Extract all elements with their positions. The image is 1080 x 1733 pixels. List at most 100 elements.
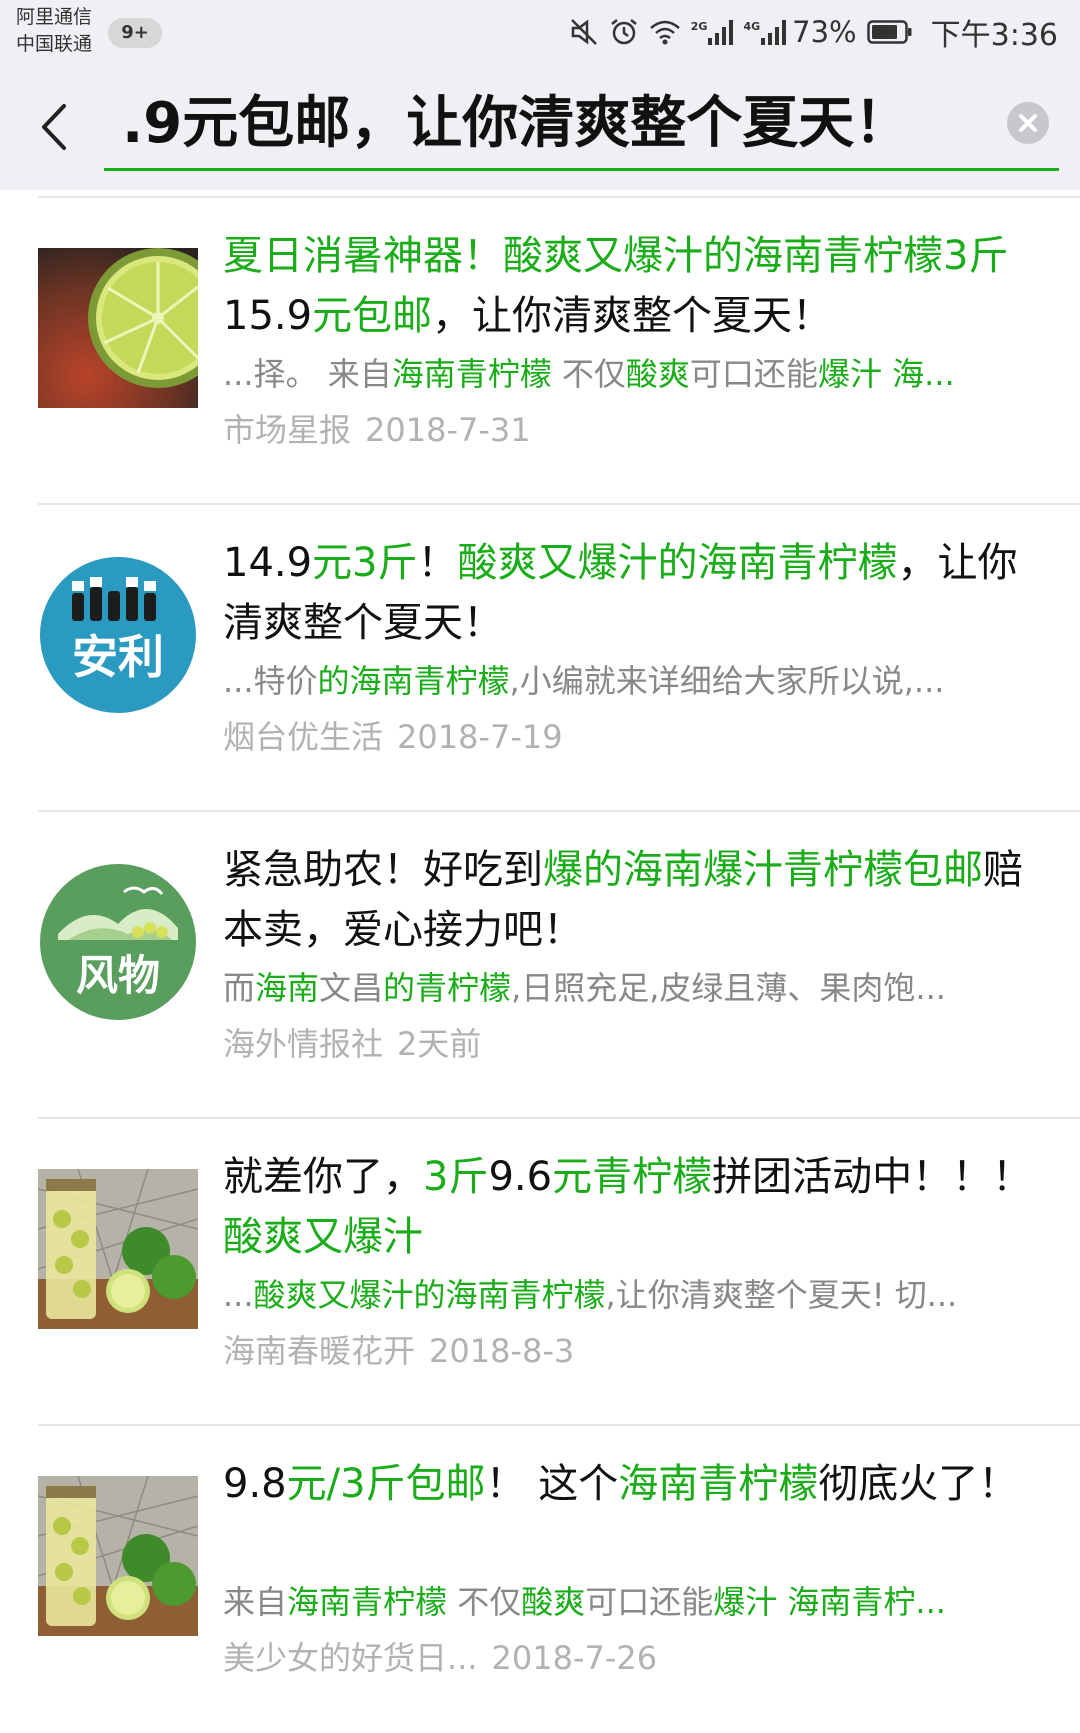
signal-2g-icon: 2G xyxy=(691,18,734,46)
result-source[interactable]: 市场星报 xyxy=(223,411,351,449)
status-bar: 阿里通信 中国联通 9+ 2G 4G 73% 下午3:36 xyxy=(0,0,1080,62)
snippet-part: 酸爽 xyxy=(625,355,690,393)
snippet-part: 海南 xyxy=(255,969,320,1007)
title-part: 9.6 xyxy=(488,1154,553,1200)
snippet-part: 的青柠檬 xyxy=(383,969,512,1007)
clear-search-button[interactable] xyxy=(1007,102,1049,144)
wifi-icon xyxy=(649,18,681,46)
title-part: 3斤 xyxy=(423,1154,489,1200)
snippet-part: 来自 xyxy=(223,1583,288,1621)
avatar-text: 安利 xyxy=(72,630,164,684)
result-title[interactable]: 9.8元/3斤包邮！ 这个海南青柠檬彻底火了！ xyxy=(223,1454,1038,1574)
alarm-icon xyxy=(609,17,639,47)
result-date: 2018-8-3 xyxy=(429,1332,575,1370)
signal-4g-icon: 4G xyxy=(743,18,787,46)
result-source[interactable]: 烟台优生活 xyxy=(223,718,383,756)
title-part: ，让你清爽整个夏天！ xyxy=(432,293,833,339)
carrier-1: 阿里通信 xyxy=(16,6,93,28)
notification-badge: 9+ xyxy=(108,18,162,48)
chevron-left-icon xyxy=(42,104,66,150)
result-date: 2018-7-19 xyxy=(397,718,563,756)
title-part: 元/3斤包邮 xyxy=(286,1461,486,1507)
back-button[interactable] xyxy=(34,100,74,154)
fengwu-avatar-thumbnail: 风物 xyxy=(38,862,198,1022)
result-item[interactable]: 风物 紧急助农！好吃到爆的海南爆汁青柠檬包邮赔本卖，爱心接力吧！ 而海南文昌的青… xyxy=(0,812,1080,1119)
lime-jar-thumbnail xyxy=(38,1476,198,1636)
result-meta: 美少女的好货日... 2018-7-26 xyxy=(223,1628,1038,1688)
search-header: .9元包邮，让你清爽整个夏天！ xyxy=(0,62,1080,190)
carrier-2: 中国联通 xyxy=(16,33,93,55)
snippet-part: ,让你清爽整个夏天! 切... xyxy=(605,1276,958,1314)
snippet-part: 爆汁 海南青柠... xyxy=(713,1583,946,1621)
snippet-part: 而 xyxy=(223,969,256,1007)
result-date: 2018-7-31 xyxy=(365,411,531,449)
title-part: 15.9 xyxy=(223,293,313,339)
lime-jar-thumbnail xyxy=(38,1169,198,1329)
snippet-part: ,小编就来详细给大家所以说,... xyxy=(509,662,945,700)
search-field[interactable]: .9元包邮，让你清爽整个夏天！ xyxy=(104,80,1059,171)
result-content: 9.8元/3斤包邮！ 这个海南青柠檬彻底火了！ 来自海南青柠檬 不仅酸爽可口还能… xyxy=(223,1454,1038,1688)
result-meta: 烟台优生活 2018-7-19 xyxy=(223,707,1038,767)
title-part: 夏日消暑神器！ xyxy=(223,233,503,279)
title-part: ！ xyxy=(417,540,458,586)
mute-icon xyxy=(569,17,599,47)
snippet-part: 酸爽 xyxy=(521,1583,586,1621)
title-part: 9.8 xyxy=(223,1461,287,1507)
snippet-part: ,日照充足,皮绿且薄、果肉饱... xyxy=(511,969,946,1007)
anli-avatar-thumbnail: 安利 xyxy=(38,555,198,715)
result-title[interactable]: 夏日消暑神器！酸爽又爆汁的海南青柠檬3斤 15.9元包邮，让你清爽整个夏天！ xyxy=(223,226,1038,346)
snippet-part: 海南青柠檬 xyxy=(287,1583,448,1621)
search-query-text[interactable]: .9元包邮，让你清爽整个夏天！ xyxy=(122,88,910,160)
result-meta: 海南春暖花开 2018-8-3 xyxy=(223,1321,1038,1381)
title-part: 紧急助农！好吃到 xyxy=(223,847,543,893)
snippet-part: 文昌 xyxy=(319,969,384,1007)
result-item[interactable]: 9.8元/3斤包邮！ 这个海南青柠檬彻底火了！ 来自海南青柠檬 不仅酸爽可口还能… xyxy=(0,1426,1080,1733)
result-meta: 市场星报 2018-7-31 xyxy=(223,400,1038,460)
snippet-part: 不仅 xyxy=(447,1583,522,1621)
avatar-text: 风物 xyxy=(76,951,160,1000)
title-part: 彻底火了！ xyxy=(818,1461,1019,1507)
battery-percent: 73% xyxy=(792,15,857,49)
result-title[interactable]: 紧急助农！好吃到爆的海南爆汁青柠檬包邮赔本卖，爱心接力吧！ xyxy=(223,840,1038,960)
result-date: 2018-7-26 xyxy=(491,1639,658,1677)
title-part: 酸爽又爆汁的海南青柠檬 xyxy=(457,540,898,586)
title-part: 拼团活动中！！！ xyxy=(712,1154,1033,1200)
snippet-part: 可口还能 xyxy=(585,1583,714,1621)
title-part: 海南青柠檬 xyxy=(618,1461,819,1507)
result-content: 14.9元3斤！酸爽又爆汁的海南青柠檬，让你清爽整个夏天！ ...特价的海南青柠… xyxy=(223,533,1038,767)
result-source[interactable]: 海外情报社 xyxy=(223,1025,383,1063)
snippet-part: 可口还能 xyxy=(689,355,818,393)
title-part: 就差你了， xyxy=(223,1154,423,1200)
clock: 下午3:36 xyxy=(930,18,1058,53)
result-item[interactable]: 夏日消暑神器！酸爽又爆汁的海南青柠檬3斤 15.9元包邮，让你清爽整个夏天！ ..… xyxy=(0,198,1080,505)
result-content: 紧急助农！好吃到爆的海南爆汁青柠檬包邮赔本卖，爱心接力吧！ 而海南文昌的青柠檬,… xyxy=(223,840,1038,1074)
snippet-part: ... xyxy=(223,1276,254,1314)
result-title[interactable]: 就差你了，3斤9.6元青柠檬拼团活动中！！！ 酸爽又爆汁 xyxy=(223,1147,1038,1267)
result-date: 2天前 xyxy=(397,1025,482,1063)
snippet-part: 海... xyxy=(881,355,955,393)
snippet-part: 酸爽又爆汁的海南青柠檬 xyxy=(253,1276,606,1314)
title-part: 元3斤 xyxy=(312,540,418,586)
status-icons: 2G 4G 73% 下午3:36 xyxy=(559,12,1058,53)
lime-slice-thumbnail xyxy=(38,248,198,408)
battery-icon xyxy=(866,19,913,45)
snippet-part: 爆汁 xyxy=(817,355,882,393)
result-snippet: ...特价的海南青柠檬,小编就来详细给大家所以说,... xyxy=(223,655,1038,707)
title-part: 酸爽又爆汁 xyxy=(223,1214,423,1260)
result-content: 就差你了，3斤9.6元青柠檬拼团活动中！！！ 酸爽又爆汁 ...酸爽又爆汁的海南… xyxy=(223,1147,1038,1381)
result-item[interactable]: 就差你了，3斤9.6元青柠檬拼团活动中！！！ 酸爽又爆汁 ...酸爽又爆汁的海南… xyxy=(0,1119,1080,1426)
clear-icon xyxy=(1019,114,1037,132)
result-snippet: ...酸爽又爆汁的海南青柠檬,让你清爽整个夏天! 切... xyxy=(223,1269,1038,1321)
result-content: 夏日消暑神器！酸爽又爆汁的海南青柠檬3斤 15.9元包邮，让你清爽整个夏天！ ..… xyxy=(223,226,1038,460)
result-title[interactable]: 14.9元3斤！酸爽又爆汁的海南青柠檬，让你清爽整个夏天！ xyxy=(223,533,1038,653)
title-part: 14.9 xyxy=(223,540,313,586)
snippet-part: ...特价 xyxy=(223,662,318,700)
title-part: 爆的海南爆汁青柠檬包邮 xyxy=(543,847,983,893)
title-part: ！ 这个 xyxy=(485,1461,619,1507)
result-source[interactable]: 美少女的好货日... xyxy=(223,1639,478,1677)
result-meta: 海外情报社 2天前 xyxy=(223,1014,1038,1074)
network-4g-label: 4G xyxy=(743,20,761,33)
result-source[interactable]: 海南春暖花开 xyxy=(223,1332,415,1370)
title-part: 元包邮 xyxy=(312,293,433,339)
result-item[interactable]: 安利 14.9元3斤！酸爽又爆汁的海南青柠檬，让你清爽整个夏天！ ...特价的海… xyxy=(0,505,1080,812)
